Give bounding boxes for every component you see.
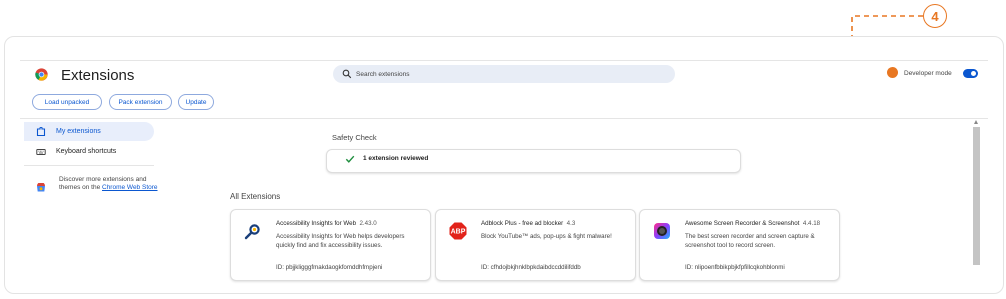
extension-description: Block YouTube™ ads, pop-ups & fight malw… (481, 233, 612, 240)
update-button[interactable]: Update (178, 94, 214, 110)
puzzle-icon (36, 126, 46, 136)
developer-mode-label: Developer mode (904, 70, 952, 77)
safety-check-status: 1 extension reviewed (363, 155, 429, 162)
extension-description: Accessibility Insights for Web helps dev… (276, 233, 405, 249)
scrollbar[interactable] (973, 118, 980, 268)
sidebar-item-my-extensions[interactable]: My extensions (24, 122, 154, 141)
discover-more-text: Discover more extensions and themes on t… (59, 176, 159, 192)
adblock-plus-icon: ABP (449, 222, 467, 240)
sidebar-item-label: Keyboard shortcuts (56, 148, 117, 155)
extension-id: ID: nlipoenfbbikpbjkfpfillcqkohblonmi (685, 264, 785, 271)
chrome-web-store-link[interactable]: Chrome Web Store (102, 184, 158, 191)
extension-title: Awesome Screen Recorder & Screenshot (685, 220, 800, 227)
extension-name: Adblock Plus - free ad blocker 4.3 (481, 220, 575, 227)
sidebar-item-keyboard-shortcuts[interactable]: Keyboard shortcuts (24, 142, 154, 161)
chrome-web-store-icon (37, 183, 45, 192)
checkmark-icon (345, 155, 355, 163)
extension-description: The best screen recorder and screen capt… (685, 233, 815, 249)
svg-text:ABP: ABP (451, 229, 466, 236)
annotation-step-badge: 4 (923, 4, 947, 28)
chrome-logo-icon (35, 68, 48, 81)
header-divider (20, 60, 988, 61)
annotation-target-dot (887, 67, 898, 78)
sidebar-item-label: My extensions (56, 128, 101, 135)
load-unpacked-button[interactable]: Load unpacked (32, 94, 102, 110)
extension-card[interactable]: Awesome Screen Recorder & Screenshot 4.4… (639, 209, 840, 281)
extension-title: Adblock Plus - free ad blocker (481, 220, 564, 227)
extension-version: 4.3 (566, 220, 576, 227)
toggle-knob (971, 71, 976, 76)
page-title: Extensions (61, 67, 135, 84)
search-input[interactable]: Search extensions (333, 65, 675, 83)
extension-card[interactable]: Accessibility Insights for Web 2.43.0 Ac… (230, 209, 431, 281)
sidebar-divider (24, 165, 154, 166)
developer-mode-toggle[interactable] (963, 69, 978, 78)
extension-id: ID: pbjjkligggfmakdaogkfomddhfmpjeni (276, 264, 383, 271)
safety-check-title: Safety Check (332, 133, 377, 142)
toolbar-divider (20, 118, 988, 119)
extension-version: 4.4.18 (802, 220, 821, 227)
extension-id: ID: cfhdojbkjhnklbpkdaibdccddilifddb (481, 264, 581, 271)
scroll-up-arrow-icon[interactable] (974, 120, 978, 124)
extensions-page: Extensions Search extensions Developer m… (4, 36, 1004, 294)
extension-title: Accessibility Insights for Web (276, 220, 357, 227)
search-icon (342, 69, 352, 79)
all-extensions-title: All Extensions (230, 192, 281, 201)
safety-check-card[interactable]: 1 extension reviewed (326, 149, 741, 173)
extension-card[interactable]: ABP Adblock Plus - free ad blocker 4.3 B… (435, 209, 636, 281)
keyboard-icon (36, 148, 46, 155)
accessibility-insights-icon (244, 224, 260, 240)
extension-name: Accessibility Insights for Web 2.43.0 (276, 220, 377, 227)
pack-extension-button[interactable]: Pack extension (109, 94, 172, 110)
screen-recorder-icon (654, 223, 670, 239)
extension-name: Awesome Screen Recorder & Screenshot 4.4… (685, 220, 820, 227)
scrollbar-thumb[interactable] (973, 127, 980, 265)
extension-version: 2.43.0 (359, 220, 377, 227)
search-placeholder: Search extensions (356, 70, 410, 78)
